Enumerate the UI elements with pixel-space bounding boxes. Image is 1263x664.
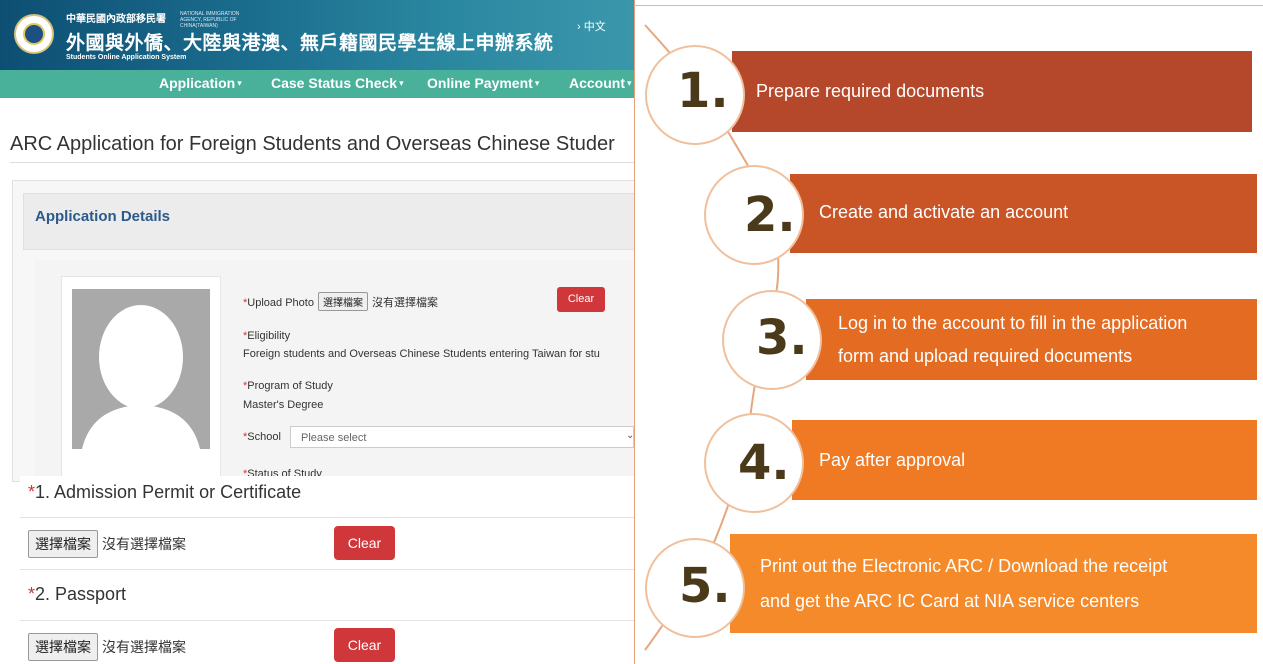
required-mark: * <box>28 482 36 502</box>
choose-file-button[interactable]: 選擇檔案 <box>317 292 368 311</box>
step-4-text: Pay after approval <box>819 450 966 470</box>
school-select[interactable]: Please select <box>290 426 634 448</box>
no-file-text: 沒有選擇檔案 <box>102 536 186 552</box>
step-1-circle: 1. <box>645 45 745 145</box>
upload-photo-field: *Upload Photo 選擇檔案 沒有選擇檔案 <box>243 292 438 311</box>
photo-placeholder <box>61 276 221 478</box>
nav-online-payment-label: Online Payment <box>427 75 533 91</box>
step-5-text-line-1: Print out the Electronic ARC / Download … <box>760 556 1168 576</box>
school-label: *School <box>243 431 281 443</box>
divider <box>10 162 634 163</box>
chevron-down-icon: ▾ <box>237 78 242 88</box>
nav-online-payment[interactable]: Online Payment ▾ <box>427 75 539 91</box>
step-5-number: 5. <box>679 558 731 614</box>
nia-emblem-icon <box>14 14 54 54</box>
step-5-bar: Print out the Electronic ARC / Download … <box>730 534 1257 633</box>
program-label-text: Program of Study <box>247 380 333 392</box>
step-3-text-line-2: form and upload required documents <box>838 346 1133 366</box>
panel-heading-text: Application Details <box>35 208 171 225</box>
step-2-text: Create and activate an account <box>819 202 1069 222</box>
choose-file-button[interactable]: 選擇檔案 <box>28 530 98 558</box>
upload-photo-label: Upload Photo <box>247 297 314 309</box>
step-1-text: Prepare required documents <box>756 81 985 101</box>
admission-permit-label: *1. Admission Permit or Certificate <box>28 482 301 503</box>
nav-case-status-label: Case Status Check <box>271 75 398 91</box>
passport-file: 選擇檔案 沒有選擇檔案 <box>28 633 186 661</box>
nav-account-label: Account <box>569 75 625 91</box>
nav-application-label: Application <box>159 75 236 91</box>
panel-heading: Application Details <box>23 193 634 250</box>
avatar-silhouette-icon <box>72 289 210 449</box>
divider <box>20 569 634 570</box>
admission-permit-label-text: 1. Admission Permit or Certificate <box>35 482 302 502</box>
agency-name: 中華民國內政部移民署 <box>66 14 166 25</box>
nav-case-status-check[interactable]: Case Status Check ▾ <box>271 75 404 91</box>
nav-application[interactable]: Application ▾ <box>159 75 242 91</box>
divider <box>20 517 634 518</box>
step-5-text-line-2: and get the ARC IC Card at NIA service c… <box>760 591 1140 611</box>
no-file-text: 沒有選擇檔案 <box>102 639 186 655</box>
nav-account[interactable]: Account ▾ <box>569 75 632 91</box>
agency-name-en: NATIONAL IMMIGRATION AGENCY, REPUBLIC OF… <box>180 11 240 29</box>
divider <box>20 620 634 621</box>
step-2-bar: Create and activate an account <box>790 174 1257 253</box>
clear-admission-permit-button[interactable]: Clear <box>334 526 395 560</box>
chevron-down-icon: ▾ <box>534 78 540 88</box>
step-4-number: 4. <box>738 435 790 491</box>
chevron-down-icon: ⌄ <box>626 430 634 441</box>
passport-label-text: 2. Passport <box>35 584 127 604</box>
step-3-text-line-1: Log in to the account to fill in the app… <box>838 313 1188 333</box>
step-2-circle: 2. <box>704 165 804 265</box>
step-4-bar: Pay after approval <box>792 420 1257 500</box>
system-title: 外國與外僑、大陸與港澳、無戶籍國民學生線上申辦系統 <box>66 33 554 54</box>
step-1-bar: Prepare required documents <box>732 51 1252 132</box>
chevron-down-icon: ▾ <box>399 78 404 88</box>
eligibility-label: *Eligibility <box>243 330 290 342</box>
main-nav: Application ▾ Case Status Check ▾ Online P… <box>0 70 634 98</box>
page-title: ARC Application for Foreign Students and… <box>10 133 615 155</box>
program-label: *Program of Study <box>243 380 333 392</box>
chevron-down-icon: ▾ <box>627 78 632 88</box>
step-3-number: 3. <box>756 310 808 366</box>
admission-permit-file: 選擇檔案 沒有選擇檔案 <box>28 530 186 558</box>
step-3-circle: 3. <box>722 290 822 390</box>
clear-photo-button[interactable]: Clear <box>557 287 605 312</box>
language-switch[interactable]: › 中文 <box>577 18 606 34</box>
step-3-bar: Log in to the account to fill in the app… <box>806 299 1257 380</box>
program-value: Master's Degree <box>243 399 324 411</box>
required-mark: * <box>28 584 36 604</box>
step-5-circle: 5. <box>645 538 745 638</box>
school-label-text: School <box>247 431 281 443</box>
clear-passport-button[interactable]: Clear <box>334 628 395 662</box>
choose-file-button[interactable]: 選擇檔案 <box>28 633 98 661</box>
site-banner: 中華民國內政部移民署 NATIONAL IMMIGRATION AGENCY, … <box>0 0 634 70</box>
no-file-text: 沒有選擇檔案 <box>371 297 438 309</box>
step-2-number: 2. <box>744 187 796 243</box>
step-1-number: 1. <box>677 63 729 119</box>
application-screenshot: 中華民國內政部移民署 NATIONAL IMMIGRATION AGENCY, … <box>0 0 634 664</box>
eligibility-label-text: Eligibility <box>247 330 291 342</box>
system-title-en: Students Online Application System <box>66 54 187 61</box>
step-4-circle: 4. <box>704 413 804 513</box>
eligibility-value: Foreign students and Overseas Chinese St… <box>243 348 600 360</box>
passport-label: *2. Passport <box>28 584 126 605</box>
divider <box>634 5 1263 6</box>
